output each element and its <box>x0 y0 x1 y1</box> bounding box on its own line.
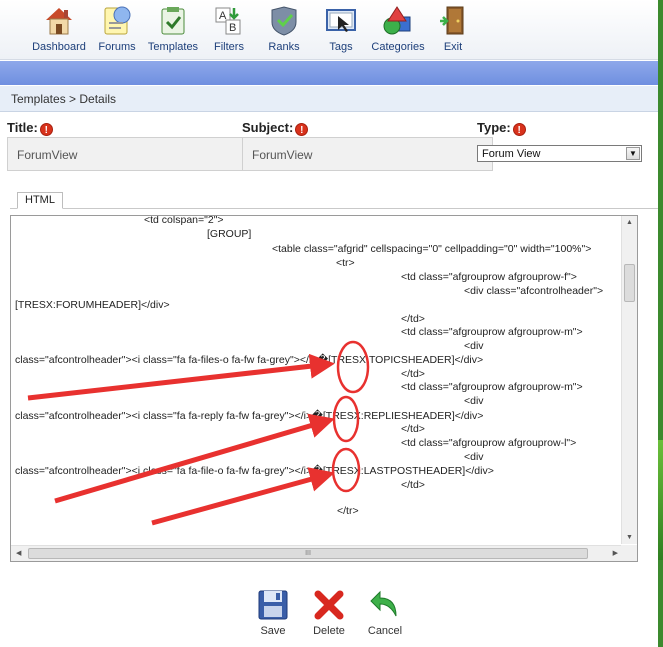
vertical-scrollbar[interactable]: ▲ ▼ <box>621 216 637 544</box>
tab-divider <box>10 208 658 209</box>
cancel-arrow-icon <box>368 588 402 622</box>
type-select-value: Forum View <box>482 148 541 160</box>
required-icon: ! <box>39 123 53 136</box>
svg-text:B: B <box>229 22 236 34</box>
toolbar-label: Dashboard <box>32 41 86 53</box>
toolbar-tags[interactable]: Tags <box>322 4 360 58</box>
tab-html[interactable]: HTML <box>17 192 63 209</box>
code-line: </tr> <box>337 505 359 517</box>
toolbar-filters[interactable]: A B Filters <box>210 4 248 58</box>
save-disk-icon <box>256 588 290 622</box>
scroll-right-icon[interactable]: ▶ <box>613 549 618 557</box>
cancel-label: Cancel <box>367 625 403 637</box>
code-editor[interactable]: <td colspan="2"> [GROUP] <table class="a… <box>10 215 638 562</box>
ranks-icon <box>267 4 301 38</box>
toolbar-forums[interactable]: Forums <box>96 4 138 58</box>
toolbar-ranks[interactable]: Ranks <box>265 4 303 58</box>
scroll-corner <box>621 545 637 561</box>
title-field[interactable]: ForumView <box>7 137 243 171</box>
delete-label: Delete <box>313 625 345 637</box>
code-line: <td class="afgrouprow afgrouprow-f"> <box>401 271 577 283</box>
toolbar-templates[interactable]: Templates <box>146 4 200 58</box>
save-button[interactable]: Save <box>248 588 298 637</box>
scroll-thumb[interactable] <box>624 264 635 302</box>
scroll-left-icon[interactable]: ◀ <box>16 549 21 557</box>
toolbar-label: Templates <box>147 41 199 53</box>
subject-label: Subject: <box>242 120 294 135</box>
exit-icon <box>436 4 470 38</box>
toolbar-label: Ranks <box>268 41 300 53</box>
scroll-thumb[interactable]: III <box>28 548 588 559</box>
code-line: [GROUP] <box>207 228 252 240</box>
toolbar-label: Tags <box>329 41 353 53</box>
toolbar-label: Exit <box>443 41 463 53</box>
code-line: [TRESX:FORUMHEADER]</div> <box>15 299 170 311</box>
toolbar-label: Forums <box>98 41 136 53</box>
home-icon <box>42 4 76 38</box>
required-icon: ! <box>512 123 526 136</box>
toolbar-dashboard[interactable]: Dashboard <box>30 4 88 58</box>
tags-icon <box>324 4 358 38</box>
code-line: <tr> <box>336 257 355 269</box>
code-line: </td> <box>401 368 425 380</box>
save-label: Save <box>260 625 286 637</box>
forums-icon <box>100 4 134 38</box>
code-line: <div <box>464 451 484 463</box>
title-label: Title: <box>7 120 38 135</box>
title-label-group: Title:! <box>7 120 53 136</box>
code-line: </td> <box>401 423 425 435</box>
subject-field[interactable]: ForumView <box>242 137 493 171</box>
horizontal-scrollbar[interactable]: ◀ III ▶ <box>11 545 622 561</box>
subject-label-group: Subject:! <box>242 120 309 136</box>
code-line: </td> <box>401 479 425 491</box>
header-bar <box>0 61 658 85</box>
type-select[interactable]: Forum View ▼ <box>477 145 642 162</box>
scroll-up-icon[interactable]: ▲ <box>626 219 633 226</box>
code-line: <td class="afgrouprow afgrouprow-m"> <box>401 326 583 338</box>
code-line: <div class="afcontrolheader"> <box>464 285 604 297</box>
toolbar-label: Filters <box>214 41 244 53</box>
type-label: Type: <box>477 120 511 135</box>
required-icon: ! <box>295 123 309 136</box>
toolbar-categories[interactable]: Categories <box>370 4 426 58</box>
code-line: </td> <box>401 313 425 325</box>
code-line: <div <box>464 395 484 407</box>
cancel-button[interactable]: Cancel <box>360 588 410 637</box>
filters-icon: A B <box>212 4 246 38</box>
code-line: <div <box>464 340 484 352</box>
type-label-group: Type:! <box>477 120 526 136</box>
main-toolbar: Dashboard Forums Templates A B Filters R… <box>0 0 658 60</box>
templates-icon <box>156 4 190 38</box>
code-line: <td colspan="2"> <box>144 215 224 226</box>
code-line: class="afcontrolheader"><i class="fa fa-… <box>15 354 484 366</box>
categories-icon <box>381 4 415 38</box>
chevron-down-icon[interactable]: ▼ <box>626 147 640 160</box>
delete-x-icon <box>312 588 346 622</box>
code-line: <td class="afgrouprow afgrouprow-l"> <box>401 437 577 449</box>
toolbar-label: Categories <box>371 41 425 53</box>
code-line: <table class="afgrid" cellspacing="0" ce… <box>272 243 592 255</box>
breadcrumb: Templates > Details <box>0 86 658 112</box>
scroll-grip: III <box>305 550 311 557</box>
app-window: Dashboard Forums Templates A B Filters R… <box>0 0 658 647</box>
code-line: class="afcontrolheader"><i class="fa fa-… <box>15 410 484 422</box>
code-line: <td class="afgrouprow afgrouprow-m"> <box>401 381 583 393</box>
code-line: class="afcontrolheader"><i class="fa fa-… <box>15 465 494 477</box>
toolbar-exit[interactable]: Exit <box>436 4 470 58</box>
scroll-down-icon[interactable]: ▼ <box>626 534 633 541</box>
delete-button[interactable]: Delete <box>304 588 354 637</box>
